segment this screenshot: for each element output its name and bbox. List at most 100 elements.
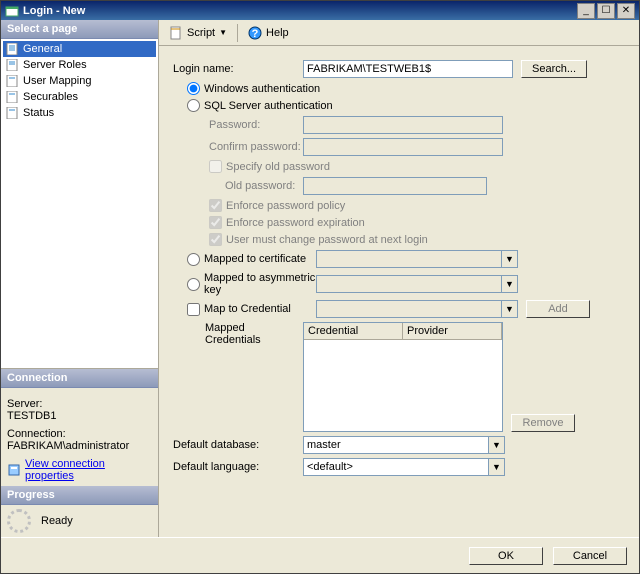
page-item-server-roles[interactable]: Server Roles: [3, 57, 156, 73]
script-icon: [169, 26, 183, 40]
page-icon: [5, 58, 19, 72]
view-connection-properties-link[interactable]: View connection properties: [25, 458, 152, 482]
page-list: General Server Roles User Mapping Secura…: [1, 39, 158, 369]
app-icon: [5, 4, 19, 18]
connection-value: FABRIKAM\administrator: [7, 440, 152, 452]
help-label: Help: [266, 27, 289, 39]
old-password-label: Old password:: [173, 180, 303, 192]
script-button[interactable]: Script ▼: [165, 24, 231, 42]
login-name-label: Login name:: [173, 63, 303, 75]
sql-auth-label: SQL Server authentication: [204, 100, 333, 112]
page-item-user-mapping[interactable]: User Mapping: [3, 73, 156, 89]
provider-column-header: Provider: [403, 323, 502, 339]
connection-header: Connection: [1, 369, 158, 388]
right-pane: Script ▼ ? Help Login name: Search...: [159, 20, 639, 537]
map-credential-checkbox[interactable]: [187, 303, 200, 316]
default-language-combo[interactable]: [303, 458, 489, 476]
remove-label: Remove: [523, 417, 564, 429]
default-database-label: Default database:: [173, 439, 303, 451]
mapped-credentials-label: Mapped Credentials: [173, 322, 303, 346]
credential-column-header: Credential: [304, 323, 403, 339]
dropdown-icon: ▼: [502, 275, 518, 293]
titlebar: Login - New _ ☐ ✕: [1, 1, 639, 20]
toolbar: Script ▼ ? Help: [159, 20, 639, 46]
add-button: Add: [526, 300, 590, 318]
enforce-policy-checkbox: [209, 199, 222, 212]
windows-auth-label: Windows authentication: [204, 83, 320, 95]
svg-text:?: ?: [252, 28, 259, 40]
login-name-input[interactable]: [303, 60, 513, 78]
connection-panel: Server: TESTDB1 Connection: FABRIKAM\adm…: [1, 388, 158, 486]
must-change-checkbox: [209, 233, 222, 246]
specify-old-password-checkbox: [209, 160, 222, 173]
page-item-general[interactable]: General: [3, 41, 156, 57]
login-new-window: Login - New _ ☐ ✕ Select a page General …: [0, 0, 640, 574]
sql-auth-radio[interactable]: [187, 99, 200, 112]
server-value: TESTDB1: [7, 410, 152, 422]
must-change-label: User must change password at next login: [226, 234, 428, 246]
search-button[interactable]: Search...: [521, 60, 587, 78]
asym-key-combo: [316, 275, 502, 293]
page-label: User Mapping: [23, 75, 91, 87]
page-label: Securables: [23, 91, 78, 103]
connection-props-icon: [7, 463, 21, 477]
page-label: Status: [23, 107, 54, 119]
page-icon: [5, 106, 19, 120]
mapped-certificate-radio[interactable]: [187, 253, 200, 266]
mapped-certificate-label: Mapped to certificate: [204, 253, 316, 265]
form-area: Login name: Search... Windows authentica…: [159, 46, 639, 537]
ok-button[interactable]: OK: [469, 547, 543, 565]
cancel-button[interactable]: Cancel: [553, 547, 627, 565]
page-icon: [5, 74, 19, 88]
enforce-expiration-label: Enforce password expiration: [226, 217, 365, 229]
enforce-expiration-checkbox: [209, 216, 222, 229]
default-language-label: Default language:: [173, 461, 303, 473]
enforce-policy-label: Enforce password policy: [226, 200, 345, 212]
progress-spinner-icon: [7, 509, 31, 533]
ok-label: OK: [498, 550, 514, 562]
windows-auth-radio[interactable]: [187, 82, 200, 95]
page-item-securables[interactable]: Securables: [3, 89, 156, 105]
password-input: [303, 116, 503, 134]
page-label: General: [23, 43, 62, 55]
progress-status: Ready: [41, 515, 73, 527]
search-label: Search...: [532, 63, 576, 75]
dropdown-icon: ▼: [502, 250, 518, 268]
cancel-label: Cancel: [573, 550, 607, 562]
page-icon: [5, 90, 19, 104]
dialog-footer: OK Cancel: [1, 537, 639, 573]
server-label: Server:: [7, 398, 152, 410]
page-icon: [5, 42, 19, 56]
default-database-combo[interactable]: [303, 436, 489, 454]
dropdown-icon: ▼: [502, 300, 518, 318]
dropdown-icon[interactable]: ▼: [489, 458, 505, 476]
remove-button: Remove: [511, 414, 575, 432]
left-pane: Select a page General Server Roles User …: [1, 20, 159, 537]
confirm-password-label: Confirm password:: [173, 141, 303, 153]
page-label: Server Roles: [23, 59, 87, 71]
toolbar-separator: [237, 24, 238, 42]
minimize-button[interactable]: _: [577, 3, 595, 19]
map-credential-label: Map to Credential: [204, 303, 316, 315]
dropdown-icon: ▼: [219, 28, 227, 37]
maximize-button[interactable]: ☐: [597, 3, 615, 19]
connection-label: Connection:: [7, 428, 152, 440]
close-button[interactable]: ✕: [617, 3, 635, 19]
mapped-asym-key-radio[interactable]: [187, 278, 200, 291]
window-title: Login - New: [19, 5, 575, 17]
help-button[interactable]: ? Help: [244, 24, 293, 42]
certificate-combo: [316, 250, 502, 268]
progress-panel: Ready: [1, 505, 158, 537]
specify-old-password-label: Specify old password: [226, 161, 330, 173]
add-label: Add: [548, 303, 568, 315]
old-password-input: [303, 177, 487, 195]
mapped-asym-key-label: Mapped to asymmetric key: [204, 272, 316, 296]
help-icon: ?: [248, 26, 262, 40]
page-item-status[interactable]: Status: [3, 105, 156, 121]
progress-header: Progress: [1, 486, 158, 505]
confirm-password-input: [303, 138, 503, 156]
password-label: Password:: [173, 119, 303, 131]
mapped-credentials-table: Credential Provider: [303, 322, 503, 432]
credential-combo: [316, 300, 502, 318]
dropdown-icon[interactable]: ▼: [489, 436, 505, 454]
